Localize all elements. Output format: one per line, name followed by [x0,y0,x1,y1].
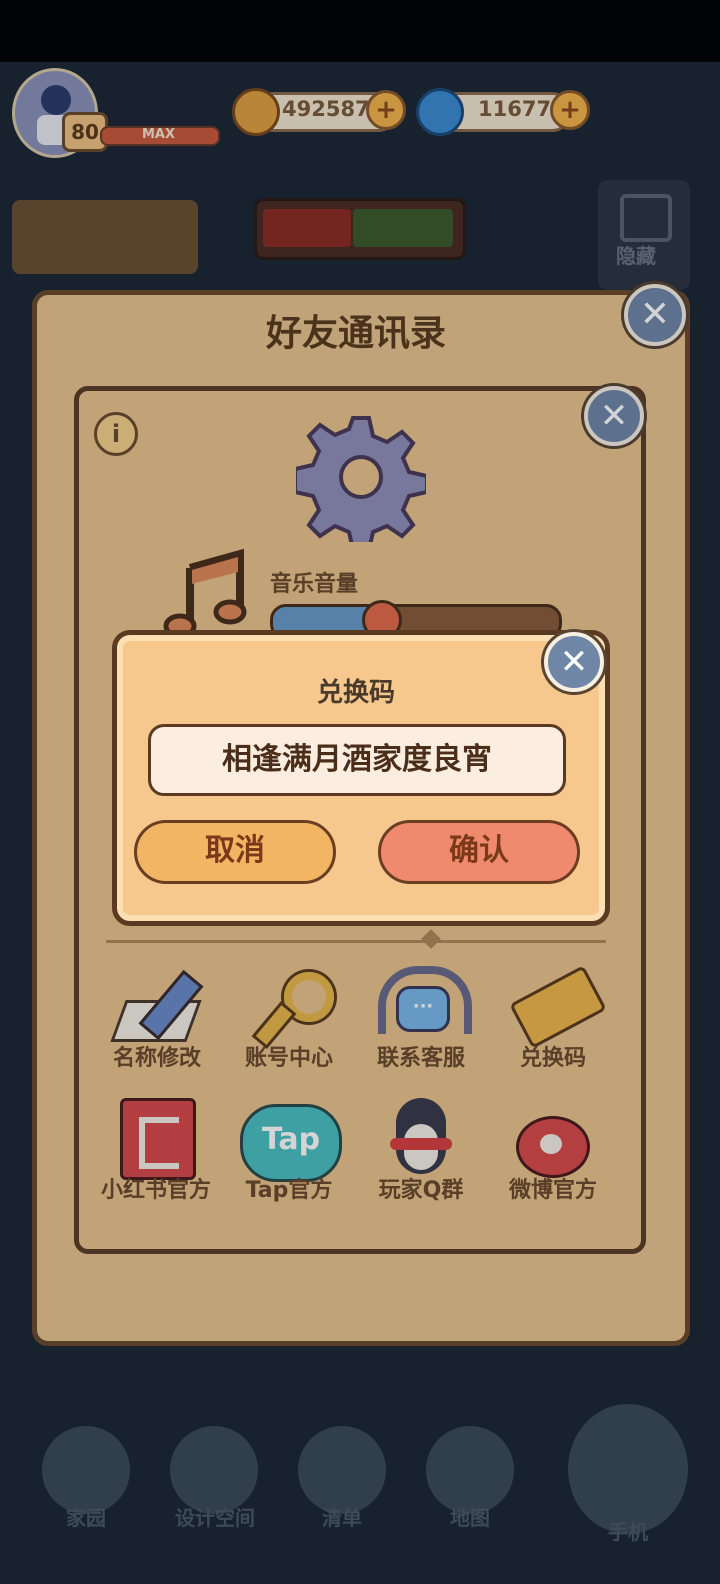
confirm-button[interactable]: 确认 [378,820,580,884]
cancel-button[interactable]: 取消 [134,820,336,884]
redeem-code-input[interactable]: 相逢满月酒家度良宵 [148,724,566,796]
redeem-close-button[interactable]: ✕ [544,632,604,692]
redeem-title: 兑换码 [316,678,395,708]
